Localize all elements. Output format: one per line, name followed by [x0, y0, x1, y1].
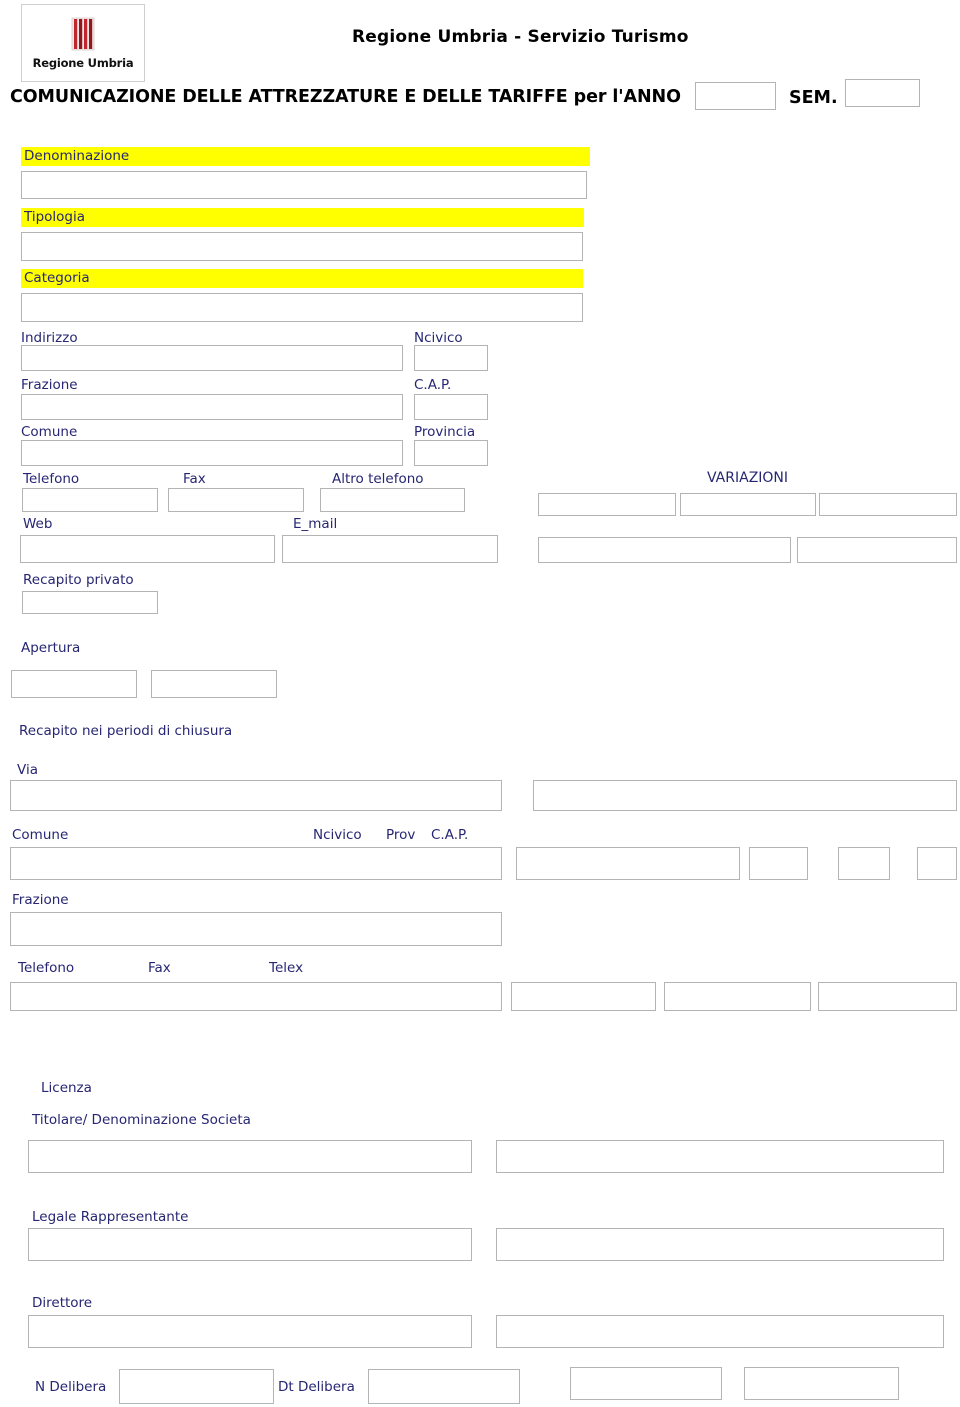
direttore-label: Direttore	[32, 1295, 93, 1311]
sem-label: SEM.	[789, 88, 838, 108]
variazioni-title: VARIAZIONI	[707, 470, 789, 486]
denominazione-field[interactable]	[21, 171, 587, 199]
delibera-extra-field-1[interactable]	[570, 1367, 722, 1400]
variazioni-field-3[interactable]	[819, 493, 957, 516]
fax-field[interactable]	[168, 488, 304, 512]
frazione-label: Frazione	[21, 377, 78, 393]
chiusura-via-label: Via	[17, 762, 38, 778]
cap-field[interactable]	[414, 394, 488, 420]
chiusura-prov-field[interactable]	[838, 847, 890, 880]
altro-telefono-label: Altro telefono	[332, 471, 424, 487]
chiusura-comune-extra-field[interactable]	[516, 847, 740, 880]
legale-rappresentante-extra-field[interactable]	[496, 1228, 944, 1261]
chiusura-section-label: Recapito nei periodi di chiusura	[19, 723, 233, 739]
regione-umbria-logo: Regione Umbria	[21, 4, 145, 82]
licenza-label: Licenza	[41, 1080, 92, 1096]
logo-caption: Regione Umbria	[32, 55, 134, 70]
telefono-label: Telefono	[23, 471, 80, 487]
apertura-field-2[interactable]	[151, 670, 277, 698]
chiusura-telefono-label: Telefono	[18, 960, 75, 976]
document-title: COMUNICAZIONE DELLE ATTREZZATURE E DELLE…	[10, 87, 681, 107]
indirizzo-field[interactable]	[21, 345, 403, 371]
variazioni-field-2[interactable]	[680, 493, 816, 516]
chiusura-frazione-field[interactable]	[10, 912, 502, 946]
comune-field[interactable]	[21, 440, 403, 466]
legale-rappresentante-label: Legale Rappresentante	[32, 1209, 189, 1225]
denominazione-label-highlight: Denominazione	[21, 147, 590, 166]
chiusura-cap-label: C.A.P.	[431, 827, 469, 843]
email-label: E_mail	[293, 516, 338, 532]
chiusura-ncivico-label: Ncivico	[313, 827, 362, 843]
legale-rappresentante-field[interactable]	[28, 1228, 472, 1261]
web-label: Web	[23, 516, 53, 532]
dt-delibera-field[interactable]	[368, 1369, 520, 1404]
recapito-privato-label: Recapito privato	[23, 572, 134, 588]
email-field[interactable]	[282, 535, 498, 563]
chiusura-comune-label: Comune	[12, 827, 69, 843]
fax-label: Fax	[183, 471, 206, 487]
recapito-privato-field[interactable]	[22, 591, 158, 614]
variazioni-field-4[interactable]	[538, 537, 791, 563]
variazioni-field-1[interactable]	[538, 493, 676, 516]
chiusura-telex-field[interactable]	[664, 982, 811, 1011]
apertura-field-1[interactable]	[11, 670, 137, 698]
ncivico-label: Ncivico	[414, 330, 463, 346]
frazione-field[interactable]	[21, 394, 403, 420]
altro-telefono-field[interactable]	[320, 488, 465, 512]
sem-field[interactable]	[845, 79, 920, 107]
chiusura-fax-label: Fax	[148, 960, 171, 976]
umbria-emblem-icon	[71, 17, 95, 50]
chiusura-fax-field[interactable]	[511, 982, 656, 1011]
anno-field[interactable]	[695, 82, 776, 110]
n-delibera-field[interactable]	[119, 1369, 274, 1404]
apertura-label: Apertura	[21, 640, 81, 656]
delibera-extra-field-2[interactable]	[744, 1367, 899, 1400]
web-field[interactable]	[20, 535, 275, 563]
comune-label: Comune	[21, 424, 78, 440]
categoria-label: Categoria	[24, 270, 90, 286]
chiusura-frazione-label: Frazione	[12, 892, 69, 908]
denominazione-label: Denominazione	[24, 148, 130, 164]
chiusura-telex-extra-field[interactable]	[818, 982, 957, 1011]
provincia-label: Provincia	[414, 424, 476, 440]
telefono-field[interactable]	[22, 488, 158, 512]
form-page: Regione Umbria Regione Umbria - Servizio…	[0, 0, 960, 1407]
titolare-field[interactable]	[28, 1140, 472, 1173]
titolare-label: Titolare/ Denominazione Societa	[32, 1112, 251, 1128]
tipologia-label: Tipologia	[24, 209, 86, 225]
categoria-field[interactable]	[21, 293, 583, 322]
categoria-label-highlight: Categoria	[21, 269, 583, 288]
ncivico-field[interactable]	[414, 345, 488, 371]
tipologia-field[interactable]	[21, 232, 583, 261]
chiusura-via-field[interactable]	[10, 780, 502, 811]
variazioni-field-5[interactable]	[797, 537, 957, 563]
tipologia-label-highlight: Tipologia	[21, 208, 584, 227]
cap-label: C.A.P.	[414, 377, 452, 393]
n-delibera-label: N Delibera	[35, 1379, 107, 1395]
direttore-field[interactable]	[28, 1315, 472, 1348]
chiusura-comune-field[interactable]	[10, 847, 502, 880]
provincia-field[interactable]	[414, 440, 488, 466]
chiusura-via-extra-field[interactable]	[533, 780, 957, 811]
chiusura-telefono-field[interactable]	[10, 982, 502, 1011]
organization-title: Regione Umbria - Servizio Turismo	[352, 27, 689, 47]
dt-delibera-label: Dt Delibera	[278, 1379, 355, 1395]
indirizzo-label: Indirizzo	[21, 330, 78, 346]
chiusura-ncivico-field[interactable]	[749, 847, 808, 880]
direttore-extra-field[interactable]	[496, 1315, 944, 1348]
chiusura-cap-field[interactable]	[917, 847, 957, 880]
titolare-extra-field[interactable]	[496, 1140, 944, 1173]
chiusura-prov-label: Prov	[386, 827, 416, 843]
chiusura-telex-label: Telex	[269, 960, 304, 976]
